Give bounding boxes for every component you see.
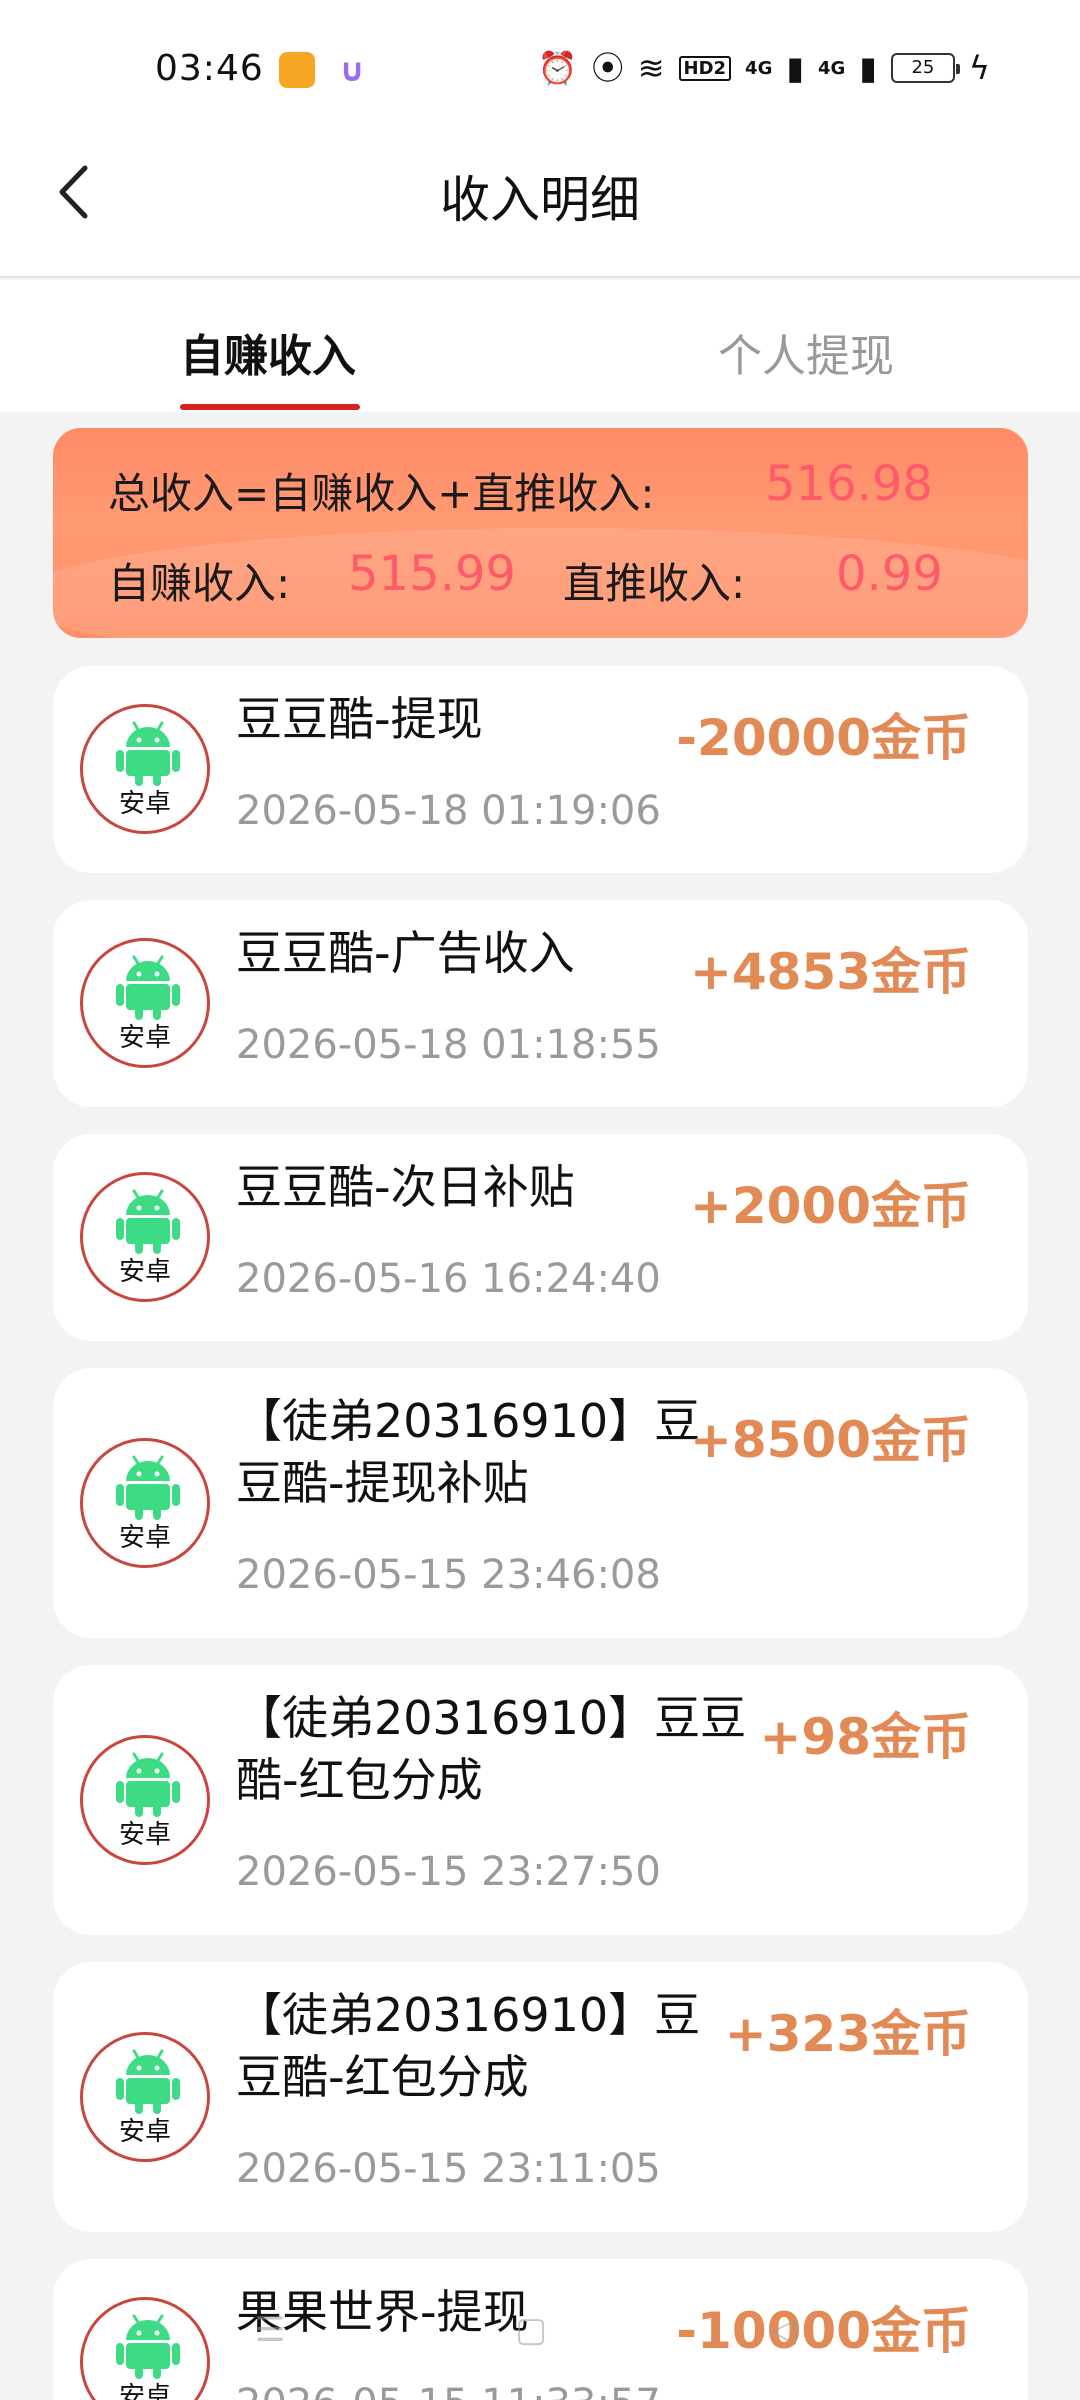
self-income-value: 515.99 — [348, 546, 516, 602]
android-icon — [116, 1752, 180, 1817]
tab-self-income[interactable]: 自赚收入 — [180, 320, 356, 384]
android-badge: 安卓 — [80, 938, 210, 1068]
notification-app-icon — [279, 52, 315, 88]
item-amount: +2000金币 — [689, 1177, 971, 1235]
item-title: 【徒弟20316910】豆豆酷-红包分成 — [236, 1988, 701, 2104]
item-time: 2026-05-15 23:11:05 — [236, 2146, 661, 2192]
android-icon — [116, 721, 180, 786]
platform-label: 安卓 — [118, 2382, 171, 2400]
status-bar: 03:46 ∪ ⏰ ⦿ ≋ HD2 4G ▮ 4G ▮ 25 ϟ — [0, 0, 1080, 120]
tab-bar: 自赚收入 个人提现 — [0, 280, 1080, 412]
list-item[interactable]: 安卓 豆豆酷-提现 2026-05-18 01:19:06 -20000金币 — [53, 666, 1028, 873]
active-tab-indicator — [180, 404, 360, 410]
nav-back-icon[interactable]: ◁ — [770, 2310, 796, 2350]
alarm-icon: ⏰ — [537, 49, 578, 87]
hd-icon: HD2 — [678, 55, 732, 81]
signal-bars-icon-1: ▮ — [786, 49, 804, 87]
direct-income-label: 直推收入: — [563, 559, 746, 608]
item-amount: +98金币 — [759, 1708, 971, 1766]
signal-bars-icon-2: ▮ — [859, 49, 877, 87]
item-time: 2026-05-15 11:33:57 — [236, 2381, 661, 2400]
list-item[interactable]: 安卓 【徒弟20316910】豆豆酷-红包分成 2026-05-15 23:27… — [53, 1665, 1028, 1935]
item-amount: +8500金币 — [689, 1411, 971, 1469]
platform-label: 安卓 — [118, 1820, 171, 1850]
nav-home-icon[interactable]: ▢ — [515, 2310, 547, 2350]
item-title: 【徒弟20316910】豆豆酷-红包分成 — [236, 1691, 747, 1807]
android-icon — [116, 1189, 180, 1254]
list-item[interactable]: 安卓 豆豆酷-次日补贴 2026-05-16 16:24:40 +2000金币 — [53, 1134, 1028, 1341]
android-badge: 安卓 — [80, 704, 210, 834]
tab-withdraw[interactable]: 个人提现 — [718, 320, 894, 384]
item-title: 豆豆酷-提现 — [236, 692, 483, 746]
total-income-label: 总收入=自赚收入+直推收入: — [108, 469, 655, 518]
platform-label: 安卓 — [118, 2117, 171, 2147]
item-amount: +4853金币 — [689, 943, 971, 1001]
android-badge: 安卓 — [80, 2297, 210, 2400]
direct-income-value: 0.99 — [836, 546, 943, 602]
nav-menu-icon[interactable]: ☰ — [255, 2310, 285, 2350]
item-time: 2026-05-15 23:27:50 — [236, 1849, 661, 1895]
battery-icon: 25 — [890, 53, 960, 83]
self-income-label: 自赚收入: — [108, 559, 291, 608]
android-icon — [116, 2049, 180, 2114]
list-item[interactable]: 安卓 豆豆酷-广告收入 2026-05-18 01:18:55 +4853金币 — [53, 900, 1028, 1107]
item-time: 2026-05-18 01:19:06 — [236, 788, 661, 834]
platform-label: 安卓 — [118, 1523, 171, 1553]
location-icon: ⦿ — [591, 49, 624, 87]
android-icon — [116, 955, 180, 1020]
magnet-icon: ∪ — [339, 51, 365, 89]
list-item[interactable]: 安卓 【徒弟20316910】豆豆酷-提现补贴 2026-05-15 23:46… — [53, 1368, 1028, 1638]
item-title: 豆豆酷-广告收入 — [236, 926, 575, 980]
status-indicators: ⏰ ⦿ ≋ HD2 4G ▮ 4G ▮ 25 ϟ — [538, 48, 990, 88]
total-income-value: 516.98 — [765, 456, 933, 512]
android-badge: 安卓 — [80, 1172, 210, 1302]
android-icon — [116, 2314, 180, 2379]
android-icon — [116, 1455, 180, 1520]
item-title: 果果世界-提现 — [236, 2285, 529, 2339]
signal-icon-2: 4G — [817, 57, 846, 79]
page-title: 收入明细 — [440, 171, 640, 229]
android-badge: 安卓 — [80, 1735, 210, 1865]
header: 收入明细 — [0, 120, 1080, 278]
platform-label: 安卓 — [118, 1023, 171, 1053]
item-title: 豆豆酷-次日补贴 — [236, 1160, 575, 1214]
android-badge: 安卓 — [80, 2032, 210, 2162]
item-time: 2026-05-15 23:46:08 — [236, 1552, 661, 1598]
item-time: 2026-05-16 16:24:40 — [236, 1256, 661, 1302]
platform-label: 安卓 — [118, 789, 171, 819]
status-time: 03:46 — [155, 48, 264, 89]
android-badge: 安卓 — [80, 1438, 210, 1568]
item-amount: -10000金币 — [676, 2302, 971, 2360]
signal-icon-1: 4G — [745, 57, 773, 79]
income-summary-card: 总收入=自赚收入+直推收入: 516.98 自赚收入: 515.99 直推收入:… — [53, 428, 1028, 638]
item-amount: -20000金币 — [676, 709, 971, 767]
list-item[interactable]: 安卓 【徒弟20316910】豆豆酷-红包分成 2026-05-15 23:11… — [53, 1962, 1028, 2232]
item-title: 【徒弟20316910】豆豆酷-提现补贴 — [236, 1394, 701, 1510]
item-amount: +323金币 — [724, 2005, 971, 2063]
platform-label: 安卓 — [118, 1257, 171, 1287]
wifi-icon: ≋ — [637, 49, 665, 87]
item-time: 2026-05-18 01:18:55 — [236, 1022, 661, 1068]
charging-icon: ϟ — [968, 49, 990, 87]
